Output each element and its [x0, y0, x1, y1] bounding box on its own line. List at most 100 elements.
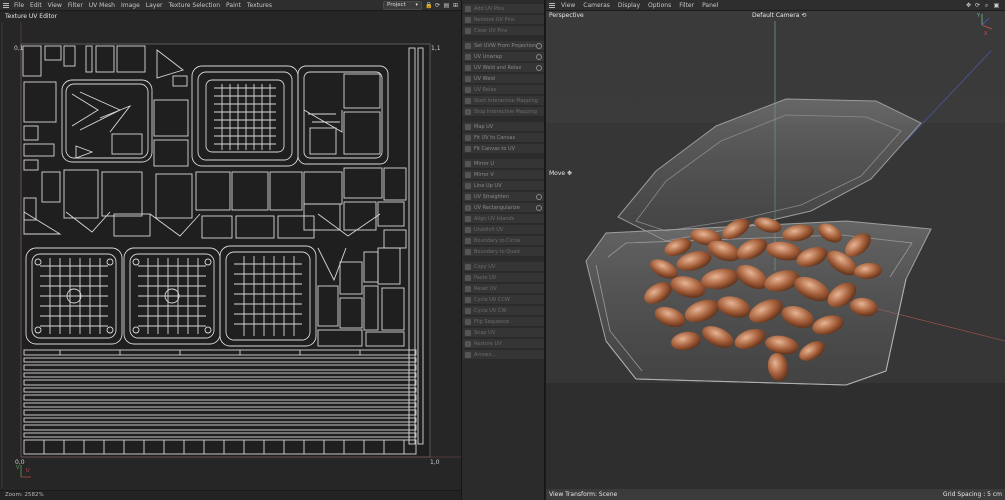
menu-layer[interactable]: Layer — [143, 0, 166, 11]
command-flip-sequence[interactable]: Flip Sequence — [463, 317, 544, 327]
uv-corner-label-bottom-right: 1,0 — [430, 459, 440, 466]
zoom-status: Zoom: 2582% — [0, 490, 461, 500]
command-mirror-u[interactable]: Mirror U — [463, 159, 544, 169]
settings-gear-icon[interactable] — [536, 54, 542, 60]
menu-filter[interactable]: Filter — [65, 0, 86, 11]
viewport-menu-options[interactable]: Options — [644, 0, 675, 11]
uv-corner-label-top-left: 0,1 — [14, 45, 24, 52]
menu-paint[interactable]: Paint — [223, 0, 244, 11]
command-unstitch-uv[interactable]: Unstitch UV — [463, 225, 544, 235]
uv-axis-u-label: U — [26, 468, 30, 474]
move-view-icon[interactable]: ✥ — [965, 2, 972, 9]
command-label: Flip Sequence — [474, 319, 510, 325]
command-line-up-uv[interactable]: Line Up UV — [463, 181, 544, 191]
command-label: Paste UV — [474, 275, 497, 281]
command-icon — [465, 183, 471, 189]
command-start-interactive-mapping[interactable]: Start Interactive Mapping — [463, 96, 544, 106]
uv-editor-menu: File Edit View Filter UV Mesh Image Layer Textu… — [11, 0, 275, 11]
command-label: UV Rectangularize — [474, 205, 520, 211]
refresh-icon[interactable]: ⟳ — [434, 2, 441, 9]
command-align-uv-islands[interactable]: Align UV Islands — [463, 214, 544, 224]
command-snap-uv[interactable]: Snap UV — [463, 328, 544, 338]
app-window: File Edit View Filter UV Mesh Image Layer Textu… — [0, 0, 1005, 500]
command-add-uv-pins[interactable]: Add UV Pins — [463, 4, 544, 14]
command-set-uvw-from-projection[interactable]: Set UVW From Projection — [463, 41, 544, 51]
command-map-uv[interactable]: Map UV — [463, 122, 544, 132]
lock-icon[interactable]: 🔒 — [425, 2, 432, 9]
menu-texture-selection[interactable]: Texture Selection — [166, 0, 224, 11]
settings-gear-icon[interactable] — [536, 205, 542, 211]
camera-label[interactable]: Default Camera ⟲ — [752, 12, 806, 19]
command-label: Clear UV Pins — [474, 28, 508, 34]
command-icon — [465, 65, 471, 71]
command-clear-uv-pins[interactable]: Clear UV Pins — [463, 26, 544, 36]
command-uv-rectangularize[interactable]: UV Rectangularize — [463, 203, 544, 213]
command-icon — [465, 17, 471, 23]
viewport-menu-display[interactable]: Display — [614, 0, 644, 11]
menu-edit[interactable]: Edit — [27, 0, 45, 11]
command-paste-uv[interactable]: Paste UV — [463, 273, 544, 283]
command-label: Unstitch UV — [474, 227, 504, 233]
viewport-menubar: View Cameras Display Options Filter Panel — [546, 0, 1005, 11]
camera-switch-icon[interactable]: ⟲ — [801, 12, 806, 19]
menu-image[interactable]: Image — [118, 0, 143, 11]
zoom-view-icon[interactable]: ⌕ — [983, 2, 990, 9]
command-icon — [465, 161, 471, 167]
viewport-3d[interactable]: Y X Perspective Default Camera ⟲ Move ✥ — [546, 11, 1005, 489]
project-dropdown[interactable]: Project ▾ — [383, 1, 422, 10]
command-boundary-to-quad[interactable]: Boundary to Quad — [463, 247, 544, 257]
maximize-icon[interactable]: ▣ — [993, 2, 1000, 9]
command-copy-uv[interactable]: Copy UV — [463, 262, 544, 272]
settings-gear-icon[interactable] — [536, 194, 542, 200]
uv-canvas[interactable]: 0,1 1,1 0,0 1,0 U V — [0, 22, 461, 488]
command-label: Reset UV — [474, 286, 497, 292]
command-boundary-to-circle[interactable]: Boundary to Circle — [463, 236, 544, 246]
command-uv-weld-and-relax[interactable]: UV Weld and Relax — [463, 63, 544, 73]
viewport-menu-panel[interactable]: Panel — [698, 0, 722, 11]
viewport-menu-filter[interactable]: Filter — [675, 0, 698, 11]
command-arrows[interactable]: Arrows... — [463, 350, 544, 360]
command-cycle-uv-ccw[interactable]: Cycle UV CCW — [463, 295, 544, 305]
viewport-menu-view[interactable]: View — [557, 0, 579, 11]
projection-label[interactable]: Perspective — [549, 12, 584, 19]
command-fit-canvas-to-uv[interactable]: Fit Canvas to UV — [463, 144, 544, 154]
command-icon — [465, 352, 471, 358]
command-label: Snap UV — [474, 330, 496, 336]
viewport-menu-cameras[interactable]: Cameras — [579, 0, 614, 11]
uv-command-panel: Add UV Pins Remove UV Pins Clear UV Pins Se… — [461, 0, 545, 500]
command-label: Mirror U — [474, 161, 494, 167]
menu-file[interactable]: File — [11, 0, 27, 11]
command-label: Cycle UV CCW — [474, 297, 510, 303]
command-uv-weld[interactable]: UV Weld — [463, 74, 544, 84]
command-remove-uv-pins[interactable]: Remove UV Pins — [463, 15, 544, 25]
command-label: Line Up UV — [474, 183, 502, 189]
camera-label-text: Default Camera — [752, 12, 800, 19]
layers-icon[interactable]: ▤ — [443, 2, 450, 9]
command-uv-relax[interactable]: UV Relax — [463, 85, 544, 95]
command-uv-straighten[interactable]: UV Straighten — [463, 192, 544, 202]
menu-uv-mesh[interactable]: UV Mesh — [86, 0, 118, 11]
command-uv-unwrap[interactable]: UV Unwrap — [463, 52, 544, 62]
command-reset-uv[interactable]: Reset UV — [463, 284, 544, 294]
command-label: Map UV — [474, 124, 494, 130]
command-label: Mirror V — [474, 172, 494, 178]
view-transform-label: View Transform: Scene — [549, 491, 618, 498]
command-fit-uv-to-canvas[interactable]: Fit UV to Canvas — [463, 133, 544, 143]
command-cycle-uv-cw[interactable]: Cycle UV CW — [463, 306, 544, 316]
menu-textures[interactable]: Textures — [244, 0, 275, 11]
command-label: Start Interactive Mapping — [474, 98, 538, 104]
command-stop-interactive-mapping[interactable]: Stop Interactive Mapping — [463, 107, 544, 117]
command-restore-uv[interactable]: Restore UV — [463, 339, 544, 349]
hamburger-menu-icon[interactable] — [546, 0, 557, 11]
settings-gear-icon[interactable] — [536, 65, 542, 71]
menu-view[interactable]: View — [45, 0, 65, 11]
rotate-view-icon[interactable]: ⟳ — [974, 2, 981, 9]
command-label: Copy UV — [474, 264, 496, 270]
viewport-menu: View Cameras Display Options Filter Panel — [557, 0, 722, 11]
command-mirror-v[interactable]: Mirror V — [463, 170, 544, 180]
viewport-statusbar: View Transform: Scene Grid Spacing : 5 c… — [546, 489, 1005, 500]
display-icon[interactable]: ⊞ — [452, 2, 459, 9]
command-label: Fit Canvas to UV — [474, 146, 516, 152]
settings-gear-icon[interactable] — [536, 43, 542, 49]
hamburger-menu-icon[interactable] — [0, 0, 11, 11]
